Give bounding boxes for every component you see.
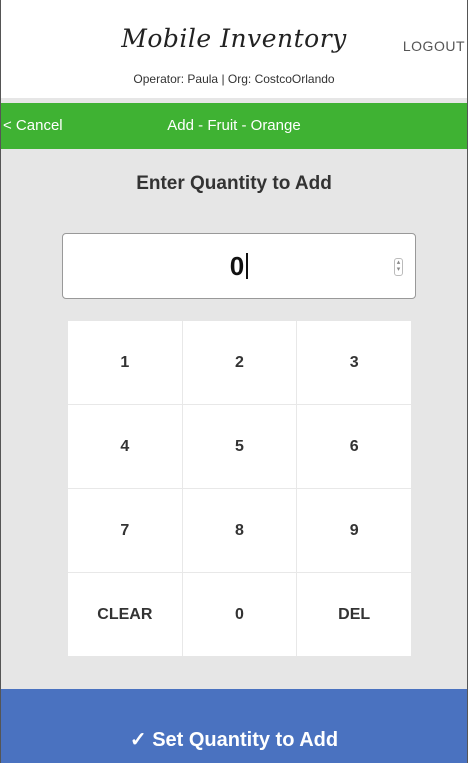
- quantity-value: 0: [229, 251, 245, 281]
- key-clear[interactable]: CLEAR: [68, 573, 182, 656]
- key-7[interactable]: 7: [68, 489, 182, 572]
- key-2[interactable]: 2: [182, 321, 297, 404]
- set-quantity-label: ✓ Set Quantity to Add: [129, 729, 339, 751]
- key-8[interactable]: 8: [182, 489, 297, 572]
- app-title: Mobile Inventory: [121, 24, 347, 53]
- app-header: Mobile Inventory Operator: Paula | Org: …: [1, 0, 467, 98]
- number-spinner[interactable]: ▴ ▾: [394, 258, 403, 276]
- quantity-input-text: 0: [63, 251, 415, 282]
- key-0[interactable]: 0: [182, 573, 297, 656]
- quantity-prompt: Enter Quantity to Add: [136, 173, 332, 194]
- key-3[interactable]: 3: [297, 321, 411, 404]
- key-5[interactable]: 5: [182, 405, 297, 488]
- app-screen: Mobile Inventory Operator: Paula | Org: …: [0, 0, 468, 763]
- nav-bar-title: Add - Fruit - Orange: [167, 117, 301, 134]
- spinner-down-icon[interactable]: ▾: [395, 266, 402, 273]
- key-1[interactable]: 1: [68, 321, 182, 404]
- text-caret: [246, 253, 249, 280]
- quantity-input[interactable]: 0 ▴ ▾: [62, 233, 416, 299]
- logout-link[interactable]: LOGOUT: [403, 38, 465, 54]
- key-9[interactable]: 9: [297, 489, 411, 572]
- key-6[interactable]: 6: [297, 405, 411, 488]
- key-4[interactable]: 4: [68, 405, 182, 488]
- numeric-keypad: 1 2 3 4 5 6 7 8 9 CLEAR 0 DEL: [68, 321, 411, 656]
- key-delete[interactable]: DEL: [297, 573, 411, 656]
- set-quantity-button[interactable]: ✓ Set Quantity to Add: [1, 689, 467, 763]
- spinner-up-icon[interactable]: ▴: [395, 259, 402, 266]
- nav-bar: < Cancel Add - Fruit - Orange: [1, 103, 467, 149]
- operator-org-info: Operator: Paula | Org: CostcoOrlando: [133, 72, 335, 86]
